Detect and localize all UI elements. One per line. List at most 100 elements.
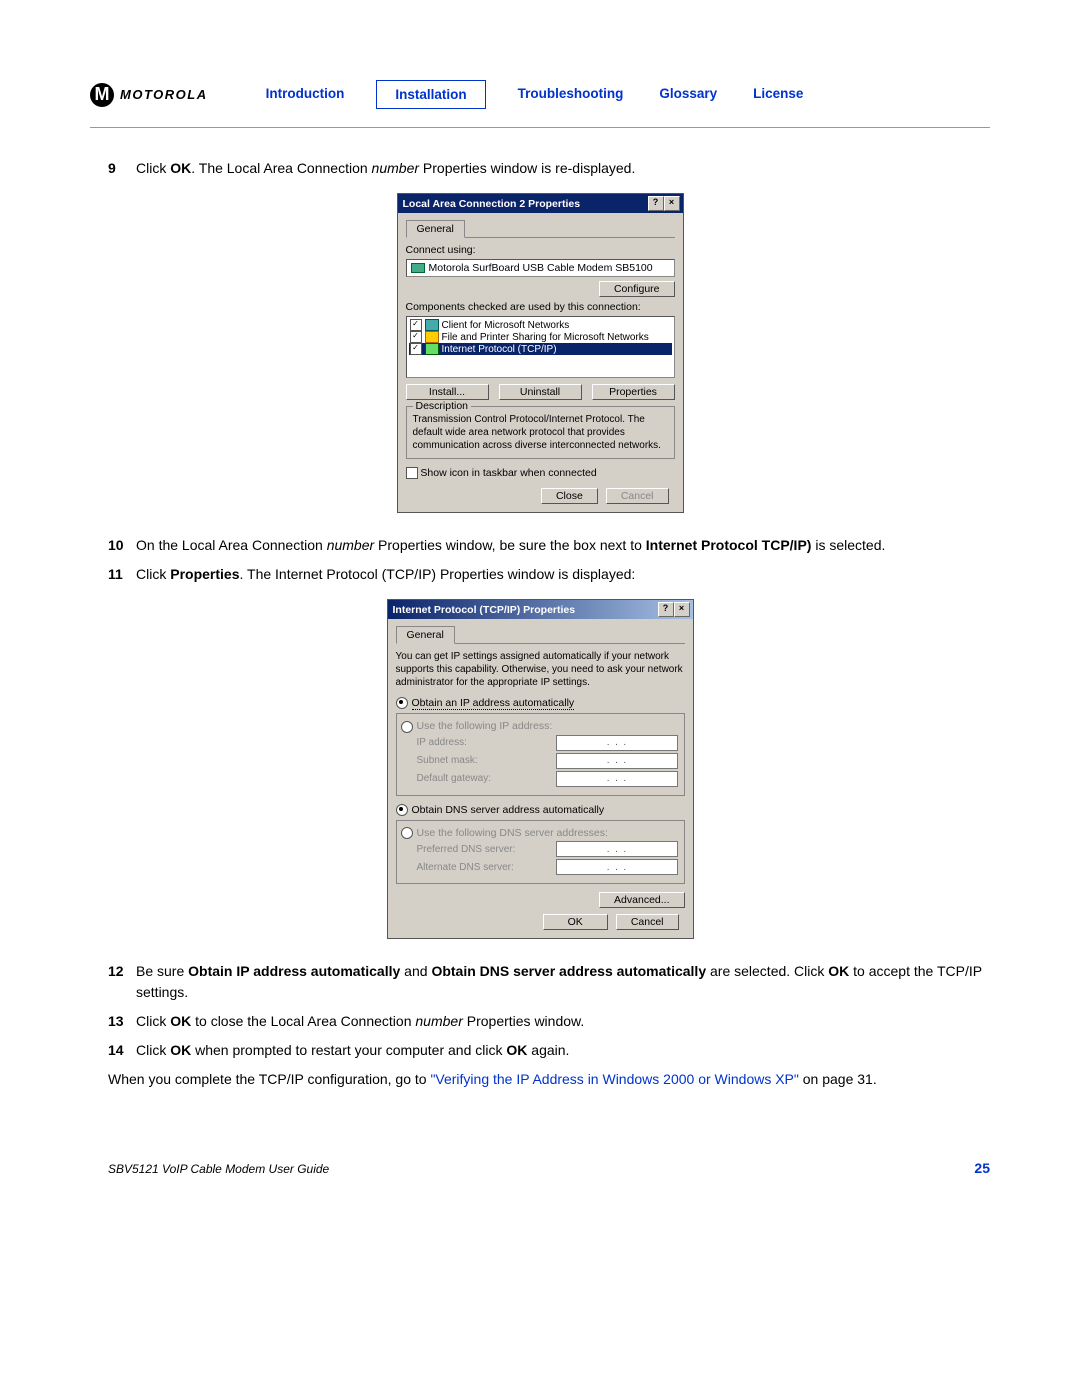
dialog-lan-properties: Local Area Connection 2 Properties ? × G… <box>397 193 684 513</box>
text: Properties window is re-displayed. <box>419 160 635 176</box>
close-icon[interactable]: × <box>664 196 680 211</box>
manual-ip-fieldset: Use the following IP address: IP address… <box>396 713 685 795</box>
nav-introduction[interactable]: Introduction <box>248 80 363 109</box>
text: are selected. Click <box>706 963 828 979</box>
cancel-button[interactable]: Cancel <box>616 914 679 930</box>
manual-dns-fieldset: Use the following DNS server addresses: … <box>396 820 685 884</box>
description-legend: Description <box>413 400 472 412</box>
text: Click <box>136 1042 170 1058</box>
bold: Obtain IP address automatically <box>188 963 400 979</box>
step-number: 14 <box>108 1040 136 1061</box>
item-label: Internet Protocol (TCP/IP) <box>442 344 557 355</box>
text: When you complete the TCP/IP configurati… <box>108 1071 430 1087</box>
list-item[interactable]: ✓ File and Printer Sharing for Microsoft … <box>409 331 672 343</box>
radio-icon[interactable] <box>396 804 408 816</box>
ip-address-field: . . . <box>556 735 678 751</box>
help-button[interactable]: ? <box>658 602 674 617</box>
text: . The Local Area Connection <box>191 160 371 176</box>
bold: OK <box>170 160 191 176</box>
page-header: M MOTOROLA Introduction Installation Tro… <box>90 80 990 128</box>
tab-row: General <box>396 625 685 644</box>
step-text: Be sure Obtain IP address automatically … <box>136 961 990 1003</box>
list-item-selected[interactable]: ✓ Internet Protocol (TCP/IP) <box>409 343 672 355</box>
radio-label: Obtain an IP address automatically <box>412 697 575 710</box>
gateway-field: . . . <box>556 771 678 787</box>
show-icon-label: Show icon in taskbar when connected <box>420 467 596 479</box>
advanced-button[interactable]: Advanced... <box>599 892 684 908</box>
nav-troubleshooting[interactable]: Troubleshooting <box>500 80 642 109</box>
nav-glossary[interactable]: Glossary <box>641 80 735 109</box>
properties-button[interactable]: Properties <box>592 384 675 400</box>
connect-using-label: Connect using: <box>406 244 675 256</box>
close-button[interactable]: Close <box>541 488 598 504</box>
cross-ref-link[interactable]: "Verifying the IP Address in Windows 200… <box>430 1071 798 1087</box>
text: and <box>400 963 431 979</box>
component-icon <box>425 343 439 355</box>
step-text: On the Local Area Connection number Prop… <box>136 535 990 556</box>
titlebar: Local Area Connection 2 Properties ? × <box>398 194 683 213</box>
bold: OK <box>828 963 849 979</box>
text: is selected. <box>811 537 885 553</box>
step-text: Click OK to close the Local Area Connect… <box>136 1011 990 1032</box>
radio-auto-dns[interactable]: Obtain DNS server address automatically <box>396 804 685 816</box>
pref-dns-label: Preferred DNS server: <box>417 844 516 855</box>
close-icon[interactable]: × <box>674 602 690 617</box>
nav-installation[interactable]: Installation <box>376 80 485 109</box>
radio-label: Use the following IP address: <box>417 720 553 732</box>
adapter-field: Motorola SurfBoard USB Cable Modem SB510… <box>406 259 675 277</box>
radio-icon[interactable] <box>396 697 408 709</box>
step-13: 13 Click OK to close the Local Area Conn… <box>108 1011 990 1032</box>
help-button[interactable]: ? <box>648 196 664 211</box>
checkbox-icon[interactable]: ✓ <box>410 343 422 355</box>
step-number: 13 <box>108 1011 136 1032</box>
tab-general[interactable]: General <box>396 626 455 644</box>
dialog-tcpip-properties: Internet Protocol (TCP/IP) Properties ? … <box>387 599 694 939</box>
pref-dns-field: . . . <box>556 841 678 857</box>
text: Be sure <box>136 963 188 979</box>
radio-manual-ip[interactable] <box>401 721 413 733</box>
italic: number <box>327 537 374 553</box>
logo-text: MOTOROLA <box>120 87 208 102</box>
step-11: 11 Click Properties. The Internet Protoc… <box>108 564 990 585</box>
text: Properties window. <box>463 1013 584 1029</box>
titlebar: Internet Protocol (TCP/IP) Properties ? … <box>388 600 693 619</box>
text: On the Local Area Connection <box>136 537 327 553</box>
list-item[interactable]: ✓Client for Microsoft Networks <box>409 319 672 331</box>
components-label: Components checked are used by this conn… <box>406 301 675 313</box>
ok-button[interactable]: OK <box>543 914 608 930</box>
alt-dns-field: . . . <box>556 859 678 875</box>
description-text: Transmission Control Protocol/Internet P… <box>413 413 668 452</box>
step-10: 10 On the Local Area Connection number P… <box>108 535 990 556</box>
text: Properties window, be sure the box next … <box>374 537 646 553</box>
bold: Obtain DNS server address automatically <box>431 963 706 979</box>
show-icon-checkbox[interactable] <box>406 467 418 479</box>
text: . The Internet Protocol (TCP/IP) Propert… <box>239 566 635 582</box>
configure-button[interactable]: Configure <box>599 281 675 297</box>
text: Click <box>136 566 170 582</box>
step-14: 14 Click OK when prompted to restart you… <box>108 1040 990 1061</box>
alt-dns-label: Alternate DNS server: <box>417 862 514 873</box>
radio-manual-dns[interactable] <box>401 827 413 839</box>
checkbox-icon[interactable]: ✓ <box>410 331 422 343</box>
item-label: File and Printer Sharing for Microsoft N… <box>442 332 649 343</box>
italic: number <box>372 160 419 176</box>
ip-address-label: IP address: <box>417 737 467 748</box>
bold: Internet Protocol TCP/IP) <box>646 537 812 553</box>
step-12: 12 Be sure Obtain IP address automatical… <box>108 961 990 1003</box>
motorola-logo: M MOTOROLA <box>90 83 208 107</box>
tab-general[interactable]: General <box>406 220 465 238</box>
radio-auto-ip[interactable]: Obtain an IP address automatically <box>396 697 685 709</box>
checkbox-icon[interactable]: ✓ <box>410 319 422 331</box>
uninstall-button[interactable]: Uninstall <box>499 384 582 400</box>
bold: Properties <box>170 566 239 582</box>
install-button[interactable]: Install... <box>406 384 489 400</box>
step-9: 9 Click OK. The Local Area Connection nu… <box>108 158 990 179</box>
footer-guide-title: SBV5121 VoIP Cable Modem User Guide <box>108 1162 329 1176</box>
dialog-title: Local Area Connection 2 Properties <box>403 198 581 210</box>
footer-page-number: 25 <box>974 1160 990 1176</box>
step-number: 11 <box>108 564 136 585</box>
nav-license[interactable]: License <box>735 80 821 109</box>
step-number: 12 <box>108 961 136 1003</box>
text: to close the Local Area Connection <box>191 1013 415 1029</box>
components-list[interactable]: ✓Client for Microsoft Networks ✓ File and… <box>406 316 675 378</box>
